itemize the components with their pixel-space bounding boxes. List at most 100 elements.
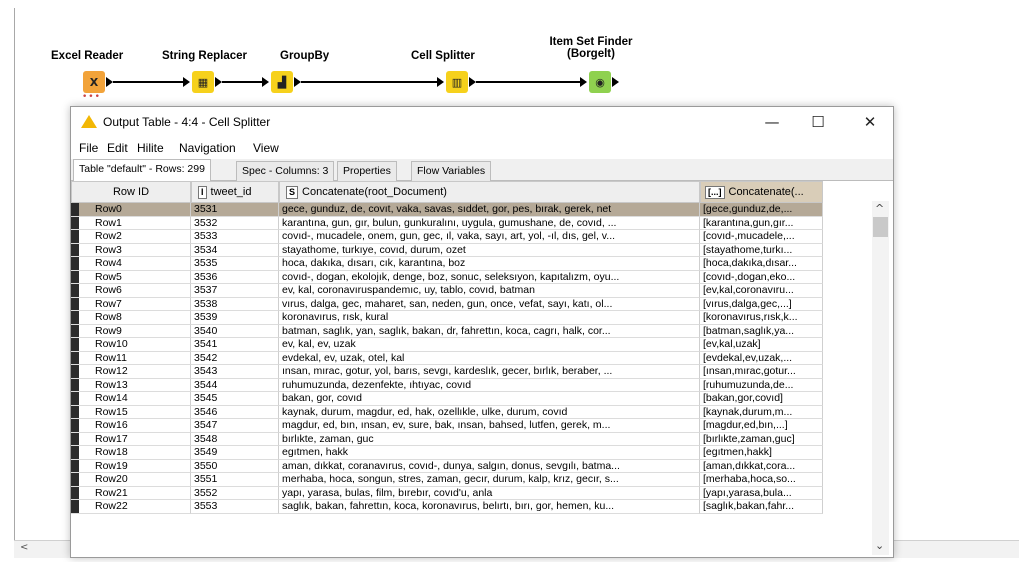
document-text-cell[interactable]: covıd-, dogan, ekolojık, denge, boz, son…: [279, 270, 700, 284]
menu-navigation[interactable]: Navigation: [179, 141, 236, 155]
tweet-id-cell[interactable]: 3531: [191, 203, 279, 217]
tweet-id-cell[interactable]: 3547: [191, 419, 279, 433]
tweet-id-cell[interactable]: 3538: [191, 297, 279, 311]
table-row[interactable]: Row14 3545 bakan, gor, covıd [bakan,gor,cov…: [71, 392, 823, 406]
document-text-cell[interactable]: kaynak, durum, magdur, ed, hak, ozellıkl…: [279, 405, 700, 419]
document-text-cell[interactable]: covıd-, mucadele, onem, gun, gec, ıl, va…: [279, 230, 700, 244]
table-row[interactable]: Row19 3550 aman, dıkkat, coranavırus, covı…: [71, 459, 823, 473]
vertical-scrollbar[interactable]: ^ ⌄: [872, 201, 889, 555]
menu-file[interactable]: File: [79, 141, 98, 155]
output-port[interactable]: [294, 77, 301, 87]
menu-edit[interactable]: Edit: [107, 141, 128, 155]
table-row[interactable]: Row12 3543 ınsan, mırac, gotur, yol, barıs…: [71, 365, 823, 379]
token-list-cell[interactable]: [evdekal,ev,uzak,...: [700, 351, 823, 365]
document-text-cell[interactable]: bırlıkte, zaman, guc: [279, 432, 700, 446]
output-table-window[interactable]: Output Table - 4:4 - Cell Splitter — ☐ ✕…: [70, 106, 894, 558]
row-id-cell[interactable]: Row3: [71, 243, 191, 257]
token-list-cell[interactable]: [karantına,gun,gır...: [700, 216, 823, 230]
row-id-cell[interactable]: Row19: [71, 459, 191, 473]
token-list-cell[interactable]: [covıd-,dogan,eko...: [700, 270, 823, 284]
row-id-cell[interactable]: Row18: [71, 446, 191, 460]
output-port[interactable]: [215, 77, 222, 87]
document-text-cell[interactable]: saglık, bakan, fahrettın, koca, koronavı…: [279, 500, 700, 514]
token-list-cell[interactable]: [ev,kal,uzak]: [700, 338, 823, 352]
row-id-cell[interactable]: Row4: [71, 257, 191, 271]
tweet-id-cell[interactable]: 3545: [191, 392, 279, 406]
tweet-id-cell[interactable]: 3541: [191, 338, 279, 352]
tweet-id-cell[interactable]: 3549: [191, 446, 279, 460]
column-header-concatenate-list[interactable]: [...] Concatenate(...: [700, 181, 823, 203]
row-id-cell[interactable]: Row21: [71, 486, 191, 500]
tweet-id-cell[interactable]: 3539: [191, 311, 279, 325]
table-row[interactable]: Row6 3537 ev, kal, coronavıruspandemıc, uy…: [71, 284, 823, 298]
tweet-id-cell[interactable]: 3540: [191, 324, 279, 338]
row-id-cell[interactable]: Row20: [71, 473, 191, 487]
tweet-id-cell[interactable]: 3552: [191, 486, 279, 500]
row-id-cell[interactable]: Row7: [71, 297, 191, 311]
output-port[interactable]: [106, 77, 113, 87]
token-list-cell[interactable]: [ınsan,mırac,gotur...: [700, 365, 823, 379]
tweet-id-cell[interactable]: 3536: [191, 270, 279, 284]
document-text-cell[interactable]: ruhumuzunda, dezenfekte, ıhtıyac, covıd: [279, 378, 700, 392]
input-port[interactable]: [580, 77, 587, 87]
tweet-id-cell[interactable]: 3551: [191, 473, 279, 487]
token-list-cell[interactable]: [ev,kal,coronavıru...: [700, 284, 823, 298]
token-list-cell[interactable]: [kaynak,durum,m...: [700, 405, 823, 419]
tweet-id-cell[interactable]: 3544: [191, 378, 279, 392]
table-row[interactable]: Row7 3538 vırus, dalga, gec, maharet, san,…: [71, 297, 823, 311]
table-row[interactable]: Row16 3547 magdur, ed, bın, ınsan, ev, sur…: [71, 419, 823, 433]
row-id-cell[interactable]: Row2: [71, 230, 191, 244]
item-set-finder-icon[interactable]: ◉: [589, 71, 611, 93]
tweet-id-cell[interactable]: 3534: [191, 243, 279, 257]
token-list-cell[interactable]: [aman,dıkkat,cora...: [700, 459, 823, 473]
table-row[interactable]: Row18 3549 egıtmen, hakk [egıtmen,hakk]: [71, 446, 823, 460]
row-id-cell[interactable]: Row5: [71, 270, 191, 284]
table-row[interactable]: Row13 3544 ruhumuzunda, dezenfekte, ıhtıya…: [71, 378, 823, 392]
token-list-cell[interactable]: [magdur,ed,bın,...]: [700, 419, 823, 433]
menu-view[interactable]: View: [253, 141, 279, 155]
row-id-cell[interactable]: Row9: [71, 324, 191, 338]
table-row[interactable]: Row4 3535 hoca, dakıka, dısarı, cık, karan…: [71, 257, 823, 271]
row-id-cell[interactable]: Row16: [71, 419, 191, 433]
row-id-cell[interactable]: Row13: [71, 378, 191, 392]
document-text-cell[interactable]: ev, kal, ev, uzak: [279, 338, 700, 352]
row-id-cell[interactable]: Row12: [71, 365, 191, 379]
table-row[interactable]: Row20 3551 merhaba, hoca, songun, stres, z…: [71, 473, 823, 487]
document-text-cell[interactable]: magdur, ed, bın, ınsan, ev, sure, bak, ı…: [279, 419, 700, 433]
menu-hilite[interactable]: Hilite: [137, 141, 164, 155]
token-list-cell[interactable]: [egıtmen,hakk]: [700, 446, 823, 460]
scrollbar-thumb[interactable]: [873, 217, 888, 237]
document-text-cell[interactable]: ev, kal, coronavıruspandemıc, uy, tablo,…: [279, 284, 700, 298]
tweet-id-cell[interactable]: 3548: [191, 432, 279, 446]
table-row[interactable]: Row2 3533 covıd-, mucadele, onem, gun, gec…: [71, 230, 823, 244]
input-port[interactable]: [437, 77, 444, 87]
tab-spec[interactable]: Spec - Columns: 3: [236, 161, 335, 181]
tab-properties[interactable]: Properties: [337, 161, 397, 181]
tweet-id-cell[interactable]: 3537: [191, 284, 279, 298]
row-id-cell[interactable]: Row15: [71, 405, 191, 419]
token-list-cell[interactable]: [batman,saglık,ya...: [700, 324, 823, 338]
output-port[interactable]: [612, 77, 619, 87]
window-titlebar[interactable]: Output Table - 4:4 - Cell Splitter — ☐ ✕: [71, 107, 893, 137]
token-list-cell[interactable]: [hoca,dakıka,dısar...: [700, 257, 823, 271]
excel-reader-icon[interactable]: X: [83, 71, 105, 93]
token-list-cell[interactable]: [bırlıkte,zaman,guc]: [700, 432, 823, 446]
tweet-id-cell[interactable]: 3532: [191, 216, 279, 230]
document-text-cell[interactable]: karantına, gun, gır, bulun, gunkuralını,…: [279, 216, 700, 230]
row-id-cell[interactable]: Row11: [71, 351, 191, 365]
table-row[interactable]: Row10 3541 ev, kal, ev, uzak [ev,kal,uzak]: [71, 338, 823, 352]
document-text-cell[interactable]: vırus, dalga, gec, maharet, san, neden, …: [279, 297, 700, 311]
document-text-cell[interactable]: stayathome, turkıye, covıd, durum, ozet: [279, 243, 700, 257]
document-text-cell[interactable]: ınsan, mırac, gotur, yol, barıs, sevgı, …: [279, 365, 700, 379]
row-id-cell[interactable]: Row0: [71, 203, 191, 217]
groupby-icon[interactable]: ▟: [271, 71, 293, 93]
column-header-row-id[interactable]: Row ID: [71, 181, 191, 203]
tweet-id-cell[interactable]: 3546: [191, 405, 279, 419]
column-header-tweet-id[interactable]: I tweet_id: [191, 181, 279, 203]
token-list-cell[interactable]: [merhaba,hoca,so...: [700, 473, 823, 487]
scroll-up-icon[interactable]: ^: [875, 202, 884, 215]
string-replacer-icon[interactable]: ▦: [192, 71, 214, 93]
row-id-cell[interactable]: Row1: [71, 216, 191, 230]
scroll-down-icon[interactable]: ⌄: [875, 539, 884, 552]
tweet-id-cell[interactable]: 3533: [191, 230, 279, 244]
